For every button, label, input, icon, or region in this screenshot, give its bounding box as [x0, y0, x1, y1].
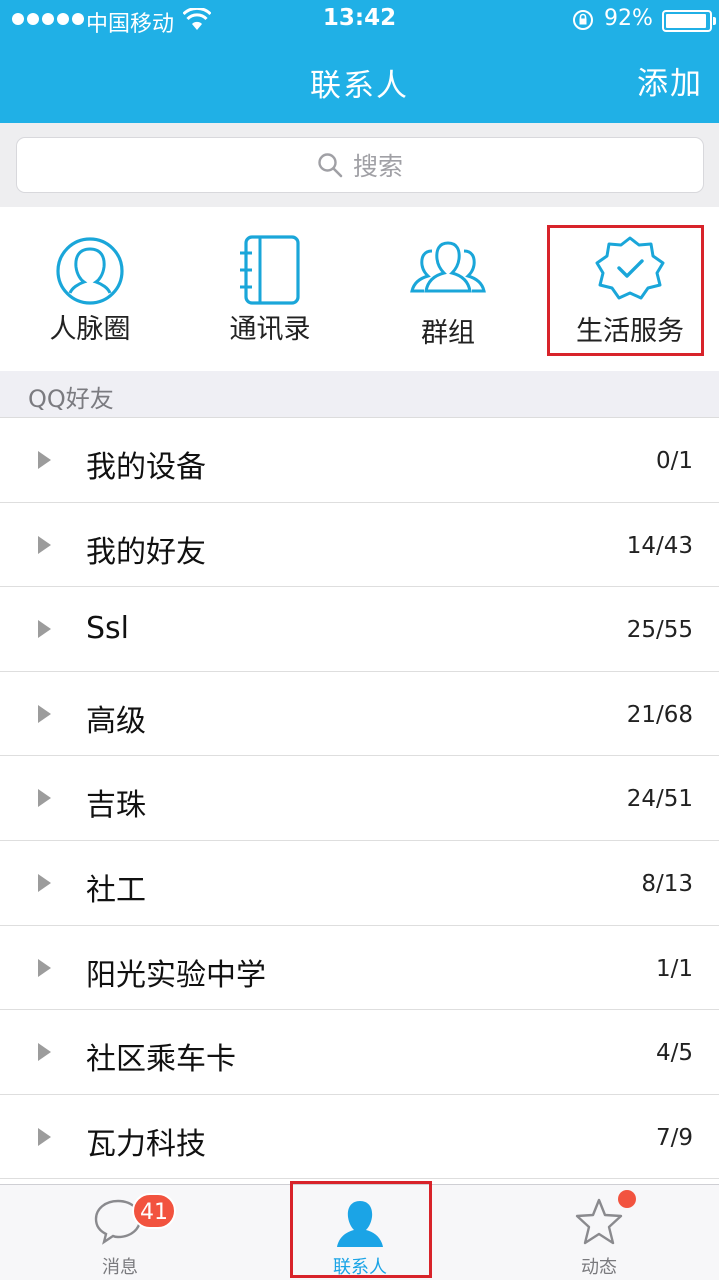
address-book-icon	[240, 235, 300, 305]
quick-entry-network-circle[interactable]: 人脉圈	[0, 207, 180, 371]
group-name: 阳光实验中学	[86, 957, 266, 993]
group-count: 0/1	[655, 448, 693, 474]
group-row[interactable]: 社工 8/13	[0, 840, 719, 926]
page-title: 联系人	[310, 68, 409, 104]
group-count: 1/1	[655, 955, 693, 982]
search-placeholder: 搜索	[352, 152, 403, 181]
quick-entry-groups[interactable]: 群组	[358, 207, 538, 371]
section-title: QQ好友	[28, 385, 114, 413]
status-bar: 中国移动 13:42 92%	[0, 0, 719, 40]
expand-arrow-icon	[38, 451, 51, 469]
contact-person-icon	[337, 1201, 383, 1247]
tab-label: 动态	[581, 1257, 617, 1278]
rotation-lock-icon	[573, 10, 593, 30]
quick-entry-label: 通讯录	[229, 314, 311, 345]
group-row[interactable]: Ssl 25/55	[0, 587, 719, 672]
battery-percent: 92%	[604, 6, 653, 31]
expand-arrow-icon	[38, 1127, 51, 1146]
expand-arrow-icon	[38, 958, 51, 977]
quick-entry-address-book[interactable]: 通讯录	[180, 207, 360, 371]
search-icon	[318, 153, 343, 178]
group-name: 社工	[86, 872, 146, 908]
group-count: 14/43	[626, 532, 693, 559]
quick-entry-life-services[interactable]: 生活服务	[540, 207, 719, 371]
group-name: 我的好友	[86, 534, 206, 570]
group-count: 21/68	[626, 701, 693, 728]
star-icon	[575, 1198, 623, 1245]
group-count: 24/51	[626, 786, 693, 813]
group-name: 社区乘车卡	[86, 1042, 236, 1078]
expand-arrow-icon	[38, 535, 51, 554]
expand-arrow-icon	[38, 620, 51, 639]
group-icon	[410, 241, 486, 293]
unread-badge: 41	[132, 1193, 176, 1229]
group-count: 7/9	[655, 1124, 693, 1151]
app-header: 中国移动 13:42 92% 联系人 添加	[0, 0, 719, 123]
expand-arrow-icon	[38, 789, 51, 808]
quick-entry-row: 人脉圈 通讯录 群组 生活服务	[0, 207, 719, 371]
group-count: 25/55	[626, 617, 693, 644]
quick-entry-label: 生活服务	[576, 316, 684, 347]
group-count: 8/13	[641, 870, 693, 897]
quick-entry-label: 群组	[421, 318, 475, 349]
group-row[interactable]: 我的设备 0/1	[0, 418, 719, 503]
group-row[interactable]: 我的好友 14/43	[0, 502, 719, 588]
group-name: 瓦力科技	[86, 1126, 206, 1162]
contacts-circle-icon	[56, 237, 124, 305]
tab-contacts[interactable]: 联系人	[240, 1185, 480, 1280]
search-area: 搜索	[0, 123, 719, 207]
tab-label: 联系人	[333, 1257, 387, 1278]
tab-bar: 消息 41 联系人 动态	[0, 1184, 719, 1280]
add-button[interactable]: 添加	[637, 58, 703, 103]
friend-group-list: 我的设备 0/1 我的好友 14/43 Ssl 25/55 高级 21/68 吉…	[0, 418, 719, 1180]
group-row[interactable]: 高级 21/68	[0, 671, 719, 757]
group-name: 高级	[86, 703, 146, 739]
section-header: QQ好友	[0, 371, 719, 418]
quick-entry-label: 人脉圈	[49, 314, 131, 345]
group-count: 4/5	[655, 1040, 693, 1067]
verified-badge-icon	[595, 236, 665, 300]
search-input[interactable]: 搜索	[16, 137, 704, 193]
group-row[interactable]: 阳光实验中学 1/1	[0, 925, 719, 1011]
expand-arrow-icon	[38, 1043, 51, 1062]
group-name: Ssl	[86, 611, 130, 647]
new-activity-dot	[618, 1190, 636, 1208]
tab-messages[interactable]: 消息 41	[0, 1185, 240, 1280]
tab-label: 消息	[102, 1257, 138, 1278]
expand-arrow-icon	[38, 704, 51, 723]
tab-activity[interactable]: 动态	[479, 1185, 719, 1280]
group-row[interactable]: 吉珠 24/51	[0, 756, 719, 841]
group-name: 吉珠	[86, 788, 146, 824]
expand-arrow-icon	[38, 873, 51, 892]
group-row[interactable]: 社区乘车卡 4/5	[0, 1010, 719, 1095]
group-name: 我的设备	[86, 450, 206, 485]
group-row[interactable]: 瓦力科技 7/9	[0, 1094, 719, 1180]
battery-icon	[662, 10, 716, 32]
